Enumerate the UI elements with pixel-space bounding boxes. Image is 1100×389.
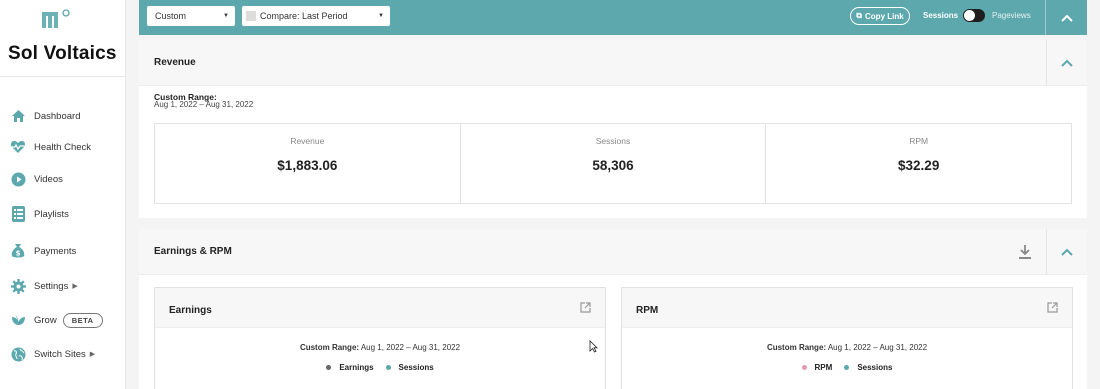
revenue-panel-header: Revenue [139,40,1087,86]
compare-select-value: Compare: Last Period [260,11,348,21]
sessions-pageviews-toggle[interactable] [963,9,985,22]
range-value: Aug 1, 2022 – Aug 31, 2022 [827,343,928,352]
chart-legend: Earnings Sessions [155,363,605,372]
collapse-revenue-button[interactable] [1046,40,1087,86]
legend-label: Sessions [857,363,893,372]
revenue-panel: Revenue Custom Range: Aug 1, 2022 – Aug … [139,40,1087,218]
chart-legend: RPM Sessions [622,363,1072,372]
sidebar-item-payments[interactable]: $ Payments [10,240,76,262]
card-range: Custom Range: Aug 1, 2022 – Aug 31, 2022 [155,343,605,352]
sidebar-item-label: Grow [34,314,57,326]
range-value: Aug 1, 2022 – Aug 31, 2022 [154,100,254,109]
sidebar-divider [0,76,126,77]
toggle-label-sessions: Sessions [923,11,959,20]
copy-icon: ⧉ [856,11,863,20]
legend-dot [385,365,391,370]
stat-value: 58,306 [592,158,634,173]
caret-right-icon: ▶ [89,351,96,358]
panel-title: Revenue [154,57,196,68]
range-label: Custom Range: [766,343,827,352]
legend-label: Earnings [339,363,374,372]
earnings-card: Earnings Custom Range: Aug 1, 2022 – Aug… [154,287,606,389]
sidebar-item-switch-sites[interactable]: Switch Sites ▶ [10,343,95,365]
sidebar-item-grow[interactable]: Grow BETA [10,309,103,331]
chevron-up-icon [1061,59,1073,67]
toggle-knob [964,10,975,21]
mouse-cursor-icon [589,340,598,353]
card-header: Earnings [155,288,605,328]
range-label: Custom Range: [299,343,360,352]
beta-badge: BETA [62,312,103,328]
sidebar-item-videos[interactable]: Videos [10,168,63,190]
download-icon[interactable] [1018,244,1032,260]
color-swatch [246,11,256,21]
stat-label: Sessions [595,136,631,146]
compare-select[interactable]: Compare: Last Period ▼ [242,6,390,26]
earnings-panel-header: Earnings & RPM [139,229,1087,275]
panel-title: Earnings & RPM [154,246,232,257]
chevron-up-icon [1060,14,1073,22]
play-icon [10,171,26,187]
sidebar-item-label: Dashboard [34,110,81,122]
sidebar-item-label: Playlists [34,208,69,220]
card-title: Earnings [169,305,212,316]
stat-value: $32.29 [898,158,940,173]
legend-item-sessions[interactable]: Sessions [844,363,892,372]
site-name: Sol Voltaics [8,43,117,64]
sidebar-item-label: Health Check [34,141,92,153]
sidebar-item-label: Settings [34,280,69,292]
leaf-icon [10,312,26,328]
legend-item-rpm[interactable]: RPM [801,363,833,372]
stat-sessions: Sessions 58,306 [461,124,767,203]
stat-label: Revenue [290,136,325,146]
legend-dot [326,365,332,370]
date-range-select-value: Custom [155,11,187,21]
card-range: Custom Range: Aug 1, 2022 – Aug 31, 2022 [622,343,1072,352]
sidebar: Sol Voltaics Dashboard Health Check Vide… [0,0,126,389]
list-icon [10,206,26,222]
legend-item-earnings[interactable]: Earnings [326,363,374,372]
sidebar-item-dashboard[interactable]: Dashboard [10,105,80,127]
home-icon [10,108,26,124]
sidebar-item-label: Payments [34,245,77,257]
globe-icon [10,346,26,362]
stats-row: Revenue $1,883.06 Sessions 58,306 RPM $3… [154,123,1072,204]
legend-item-sessions[interactable]: Sessions [385,363,434,372]
legend-dot [801,365,807,370]
collapse-toolbar-button[interactable] [1046,0,1087,35]
legend-dot [844,365,850,370]
dropdown-arrow-icon: ▼ [378,13,384,19]
sidebar-item-label: Switch Sites [34,348,86,360]
dropdown-arrow-icon: ▼ [223,13,229,19]
copy-link-button[interactable]: ⧉ Copy Link [850,7,910,25]
toggle-label-pageviews: Pageviews [992,11,1031,20]
legend-label: Sessions [398,363,434,372]
rpm-card: RPM Custom Range: Aug 1, 2022 – Aug 31, … [621,287,1073,389]
collapse-earnings-button[interactable] [1046,229,1087,275]
external-link-icon[interactable] [1047,302,1058,313]
stat-value: $1,883.06 [277,158,338,173]
sidebar-item-playlists[interactable]: Playlists [10,203,69,225]
card-header: RPM [622,288,1072,328]
external-link-icon[interactable] [580,302,591,313]
caret-right-icon: ▶ [72,283,78,290]
stat-rpm: RPM $32.29 [766,124,1071,203]
sidebar-item-label: Videos [34,173,63,185]
money-bag-icon: $ [10,243,26,259]
stat-revenue: Revenue $1,883.06 [155,124,461,203]
gear-icon [10,278,26,294]
brand-logo [42,9,70,28]
sidebar-item-settings[interactable]: Settings ▶ [10,275,78,297]
svg-text:$: $ [16,250,21,258]
range-value: Aug 1, 2022 – Aug 31, 2022 [360,343,461,352]
date-range-select[interactable]: Custom ▼ [147,6,235,26]
copy-link-label: Copy Link [865,11,904,21]
stat-label: RPM [909,136,929,146]
top-toolbar: Custom ▼ Compare: Last Period ▼ ⧉ Copy L… [139,0,1087,35]
card-title: RPM [636,305,659,316]
sidebar-item-health-check[interactable]: Health Check [10,136,91,158]
legend-label: RPM [814,363,833,372]
chevron-up-icon [1061,248,1073,256]
heartbeat-icon [10,139,26,155]
